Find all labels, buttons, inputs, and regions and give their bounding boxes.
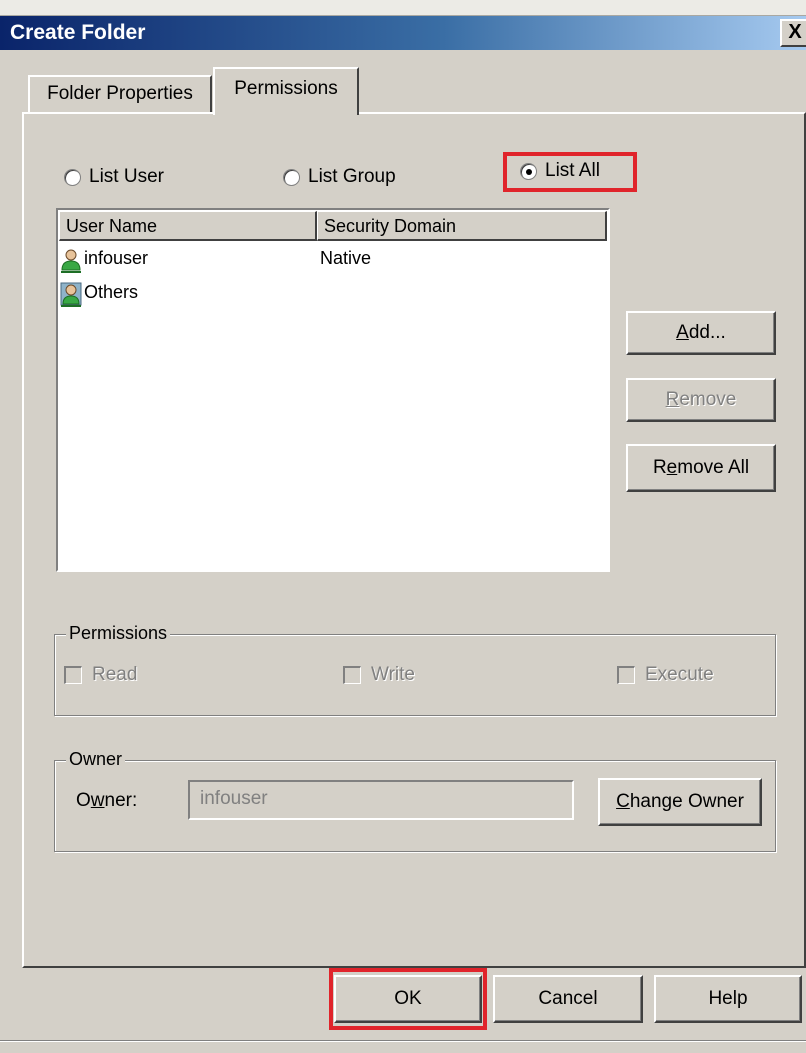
close-icon: X (788, 21, 802, 43)
checkbox-box (64, 666, 82, 684)
list-user-label: List User (89, 166, 164, 187)
list-group-label: List Group (308, 166, 396, 187)
checkbox-box (343, 666, 361, 684)
top-border-strip (0, 0, 806, 16)
remove-all-label-start: R (652, 457, 667, 478)
read-label: Read (92, 664, 138, 685)
execute-checkbox[interactable]: Execute (617, 664, 714, 686)
list-all-highlight (503, 152, 637, 192)
tab-folder-properties[interactable]: Folder Properties (28, 75, 212, 112)
list-group-radio[interactable]: List Group (283, 166, 396, 188)
change-owner-mnemonic: C (616, 791, 630, 812)
remove-button[interactable]: Remove (626, 378, 776, 422)
owner-mnemonic: w (90, 790, 105, 811)
column-header-user-name[interactable]: User Name (59, 211, 317, 241)
write-checkbox[interactable]: Write (343, 664, 415, 686)
radio-circle (64, 168, 81, 186)
close-button[interactable]: X (780, 19, 806, 47)
owner-group-legend: Owner (66, 749, 126, 770)
remove-label-rest: emove (679, 389, 737, 410)
change-owner-button[interactable]: Change Owner (598, 778, 762, 826)
cancel-button[interactable]: Cancel (493, 975, 643, 1023)
radio-circle (283, 168, 300, 186)
column-header-security-domain[interactable]: Security Domain (317, 211, 607, 241)
add-mnemonic: A (676, 322, 689, 343)
column-header-security-domain-label: Security Domain (324, 216, 457, 236)
user-icon (61, 249, 81, 273)
change-owner-label-rest: hange Owner (629, 791, 744, 812)
tab-permissions[interactable]: Permissions (213, 67, 359, 115)
remove-mnemonic: R (665, 389, 680, 410)
checkbox-box (617, 666, 635, 684)
list-item-domain: Native (320, 248, 372, 268)
list-user-radio[interactable]: List User (64, 166, 164, 188)
help-button[interactable]: Help (654, 975, 802, 1023)
list-item[interactable]: infouser Native (60, 248, 600, 274)
add-button[interactable]: Add... (626, 311, 776, 355)
column-header-user-name-label: User Name (66, 216, 158, 236)
owner-field-label: Owner: (76, 790, 138, 811)
user-list[interactable]: User Name Security Domain infouser Nativ… (56, 208, 610, 572)
tab-folder-properties-label: Folder Properties (47, 83, 193, 104)
remove-all-button[interactable]: Remove All (626, 444, 776, 492)
tab-permissions-label: Permissions (234, 78, 338, 99)
window-title: Create Folder (10, 21, 146, 44)
write-label: Write (371, 664, 415, 685)
ok-highlight (329, 968, 487, 1030)
owner-field[interactable]: infouser (188, 780, 574, 820)
read-checkbox[interactable]: Read (64, 664, 137, 686)
execute-label: Execute (645, 664, 714, 685)
list-item-user: Others (84, 282, 139, 302)
list-item[interactable]: Others (60, 282, 600, 308)
title-bar[interactable]: Create Folder X (0, 16, 806, 50)
group-icon (60, 282, 82, 307)
bottom-separator (0, 1040, 806, 1042)
permissions-group-legend: Permissions (66, 623, 171, 644)
remove-all-mnemonic: e (666, 457, 678, 478)
remove-all-label-rest: move All (677, 457, 750, 478)
add-label-rest: dd... (688, 322, 726, 343)
list-item-user: infouser (84, 248, 149, 268)
